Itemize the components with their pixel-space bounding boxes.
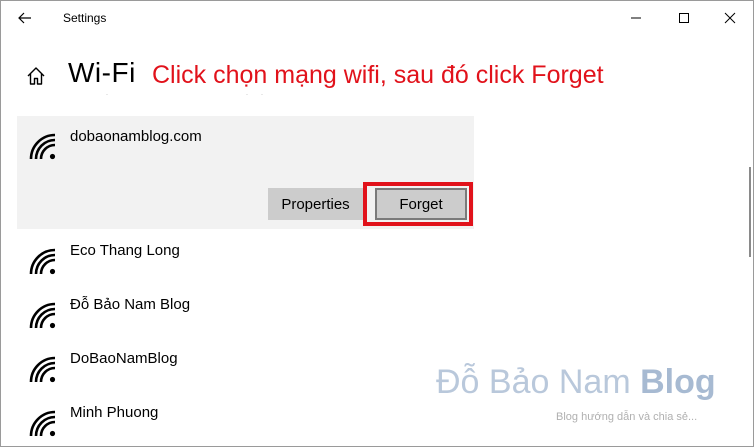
- network-name: Eco Thang Long: [70, 242, 180, 259]
- network-name: Đỗ Bảo Nam Blog: [70, 296, 191, 313]
- page-title: Wi-Fi: [68, 57, 136, 88]
- network-list-item[interactable]: Đỗ Bảo Nam Blog: [17, 291, 474, 345]
- network-name: dobaonamblog.com: [70, 128, 202, 145]
- network-name: Minh Phuong: [70, 404, 159, 421]
- home-button[interactable]: [23, 63, 49, 89]
- network-list-item[interactable]: Minh Phuong: [17, 399, 474, 446]
- network-list-item[interactable]: Eco Thang Long: [17, 237, 474, 291]
- back-button[interactable]: [11, 7, 39, 29]
- network-name: DoBaoNamBlog: [70, 350, 178, 367]
- wifi-signal-icon: [29, 302, 56, 329]
- scrollbar-thumb[interactable]: [749, 167, 751, 257]
- watermark-brand: Đỗ Bảo Nam Blog: [436, 363, 716, 402]
- watermark-tagline: Blog hướng dẫn và chia sẻ...: [556, 411, 698, 423]
- home-icon: [27, 67, 45, 85]
- close-icon: [724, 12, 736, 24]
- settings-window: Settings Wi-Fi Click chọn mạng wifi, sau…: [0, 0, 754, 447]
- network-list-item[interactable]: DoBaoNamBlog: [17, 345, 474, 399]
- wifi-signal-icon: [29, 248, 56, 275]
- wifi-signal-icon: [29, 356, 56, 383]
- forget-highlight-box: [363, 182, 473, 226]
- title-bar: Settings: [1, 1, 753, 35]
- selected-network-item[interactable]: dobaonamblog.com Properties Forget: [17, 116, 474, 229]
- partially-hidden-network: [17, 93, 473, 105]
- back-arrow-icon: [18, 12, 31, 24]
- maximize-button[interactable]: [661, 1, 707, 35]
- wifi-signal-icon: [71, 93, 264, 95]
- properties-button[interactable]: Properties: [268, 188, 363, 220]
- instruction-annotation: Click chọn mạng wifi, sau đó click Forge…: [152, 61, 604, 89]
- watermark: Đỗ Bảo Nam Blog Blog hướng dẫn và chia s…: [436, 363, 736, 433]
- minimize-icon: [631, 17, 641, 19]
- window-title: Settings: [63, 11, 107, 25]
- wifi-signal-icon: [29, 410, 56, 437]
- close-button[interactable]: [707, 1, 753, 35]
- wifi-signal-icon: [29, 133, 56, 160]
- watermark-brand-part2: Blog: [640, 363, 716, 401]
- minimize-button[interactable]: [613, 1, 659, 35]
- watermark-brand-part1: Đỗ Bảo Nam: [436, 363, 641, 401]
- maximize-icon: [679, 13, 689, 23]
